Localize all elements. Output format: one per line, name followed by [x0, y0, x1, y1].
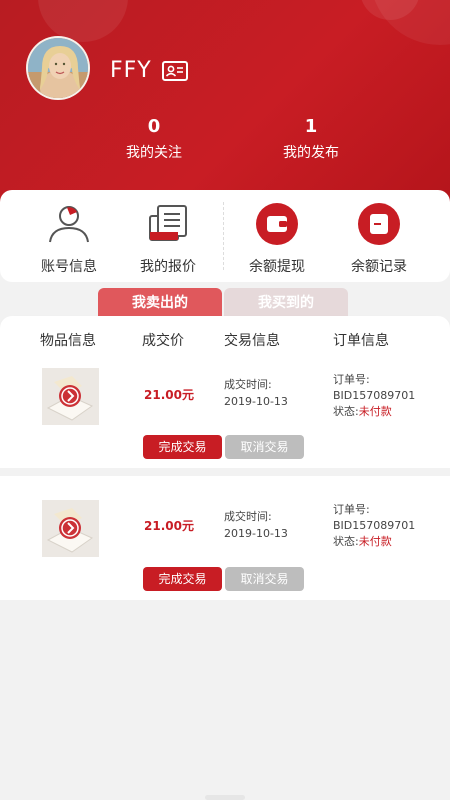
account-info-button[interactable]: 账号信息	[19, 202, 119, 276]
trade-info: 成交时间: 2019-10-13	[224, 508, 288, 542]
status-value: 未付款	[358, 405, 392, 418]
document-icon	[146, 202, 190, 246]
divider	[223, 202, 224, 270]
order-status-line: 状态:未付款	[333, 534, 415, 550]
deal-price: 21.00元	[144, 388, 194, 402]
withdraw-balance-label: 余额提现	[249, 259, 305, 275]
order-info: 订单号: BID157089701 状态:未付款	[333, 502, 415, 550]
id-card-icon[interactable]	[162, 61, 188, 81]
stat-published-count: 1	[304, 116, 318, 137]
column-header-price: 成交价	[142, 333, 184, 349]
stat-following-label: 我的关注	[126, 145, 182, 161]
order-card: 21.00元 成交时间: 2019-10-13 订单号: BID15708970…	[0, 360, 450, 468]
wallet-icon	[255, 202, 299, 246]
status-label: 状态:	[333, 535, 359, 548]
person-icon	[47, 202, 91, 246]
trade-date: 2019-10-13	[224, 527, 288, 540]
column-header-trade: 交易信息	[224, 333, 280, 349]
stat-following-count: 0	[147, 116, 161, 137]
withdraw-balance-button[interactable]: 余额提现	[227, 202, 327, 276]
deal-price: 21.00元	[144, 519, 194, 533]
my-quote-button[interactable]: 我的报价	[118, 202, 218, 276]
balance-record-label: 余额记录	[351, 259, 407, 275]
product-thumbnail[interactable]	[42, 500, 99, 557]
product-thumbnail[interactable]	[42, 368, 99, 425]
username: FFY	[110, 58, 152, 83]
order-tabs: 我卖出的 我买到的	[0, 288, 450, 318]
stat-following[interactable]: 0 我的关注	[94, 116, 214, 162]
order-number: BID157089701	[333, 389, 416, 402]
stat-published-label: 我的发布	[283, 145, 339, 161]
order-number: BID157089701	[333, 519, 416, 532]
order-number-label: 订单号:	[333, 503, 370, 516]
avatar[interactable]	[26, 36, 90, 100]
trade-time-label: 成交时间:	[224, 510, 272, 523]
order-info: 订单号: BID157089701 状态:未付款	[333, 372, 415, 420]
complete-trade-button[interactable]: 完成交易	[143, 567, 222, 591]
trade-info: 成交时间: 2019-10-13	[224, 376, 288, 410]
cancel-trade-button[interactable]: 取消交易	[225, 567, 304, 591]
order-card: 21.00元 成交时间: 2019-10-13 订单号: BID15708970…	[0, 476, 450, 600]
column-header-item: 物品信息	[40, 333, 96, 349]
order-number-label: 订单号:	[333, 373, 370, 386]
status-label: 状态:	[333, 405, 359, 418]
order-status-line: 状态:未付款	[333, 404, 415, 420]
table-header: 物品信息 成交价 交易信息 订单信息	[0, 316, 450, 360]
cancel-trade-button[interactable]: 取消交易	[225, 435, 304, 459]
home-indicator	[205, 795, 245, 800]
record-icon	[357, 202, 401, 246]
balance-record-button[interactable]: 余额记录	[329, 202, 429, 276]
my-quote-label: 我的报价	[140, 259, 196, 275]
complete-trade-button[interactable]: 完成交易	[143, 435, 222, 459]
column-header-order: 订单信息	[333, 333, 389, 349]
quick-actions-panel: 账号信息 我的报价 余额提现 余额记录	[0, 190, 450, 282]
stat-published[interactable]: 1 我的发布	[251, 116, 371, 162]
tab-sold[interactable]: 我卖出的	[98, 288, 222, 318]
trade-time-label: 成交时间:	[224, 378, 272, 391]
account-info-label: 账号信息	[41, 259, 97, 275]
status-value: 未付款	[358, 535, 392, 548]
tab-bought[interactable]: 我买到的	[224, 288, 348, 318]
trade-date: 2019-10-13	[224, 395, 288, 408]
